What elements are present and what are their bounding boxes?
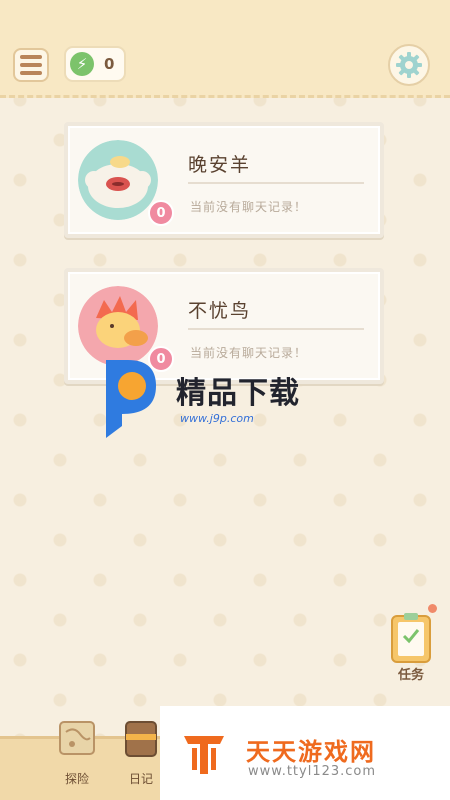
watermark-logo-icon bbox=[106, 360, 156, 438]
site-url: www.ttyl123.com bbox=[248, 764, 377, 779]
energy-count: 0 bbox=[104, 55, 115, 73]
chat-preview: 当前没有聊天记录！ bbox=[190, 200, 308, 214]
menu-button[interactable] bbox=[13, 48, 49, 82]
site-name: 天天游戏网 bbox=[246, 738, 376, 766]
site-logo-icon bbox=[184, 736, 224, 774]
divider bbox=[188, 182, 364, 184]
gear-icon bbox=[396, 52, 422, 78]
settings-button[interactable] bbox=[388, 44, 430, 86]
notification-dot bbox=[428, 604, 437, 613]
site-banner: 天天游戏网 www.ttyl123.com bbox=[160, 706, 450, 800]
nav-diary[interactable]: 日记 bbox=[116, 710, 166, 796]
chat-name: 不忧鸟 bbox=[188, 300, 252, 322]
menu-icon-line bbox=[20, 63, 42, 67]
nav-explore[interactable]: 探险 bbox=[52, 710, 102, 796]
clipboard-icon bbox=[391, 613, 431, 663]
nav-label: 日记 bbox=[128, 772, 153, 786]
book-icon bbox=[125, 721, 157, 757]
task-button[interactable]: 任务 bbox=[386, 604, 437, 686]
energy-counter[interactable]: ⚡ 0 bbox=[64, 46, 126, 82]
lightning-icon: ⚡ bbox=[70, 52, 94, 76]
chat-card-sheep[interactable]: 0 晚安羊 当前没有聊天记录！ bbox=[64, 122, 384, 238]
sheep-avatar bbox=[78, 140, 158, 220]
watermark-url: www.j9p.com bbox=[180, 412, 254, 425]
divider bbox=[188, 328, 364, 330]
chat-name: 晚安羊 bbox=[188, 154, 252, 176]
watermark-overlay: 精品下载 www.j9p.com bbox=[100, 350, 360, 442]
watermark-title: 精品下载 bbox=[176, 376, 300, 411]
menu-icon-line bbox=[20, 55, 42, 59]
affinity-heart-badge: 0 bbox=[148, 200, 174, 226]
menu-icon-line bbox=[20, 71, 42, 75]
nav-label: 探险 bbox=[64, 772, 89, 786]
task-label: 任务 bbox=[397, 668, 424, 683]
top-bar: ⚡ 0 bbox=[0, 0, 450, 98]
map-icon bbox=[59, 721, 95, 755]
